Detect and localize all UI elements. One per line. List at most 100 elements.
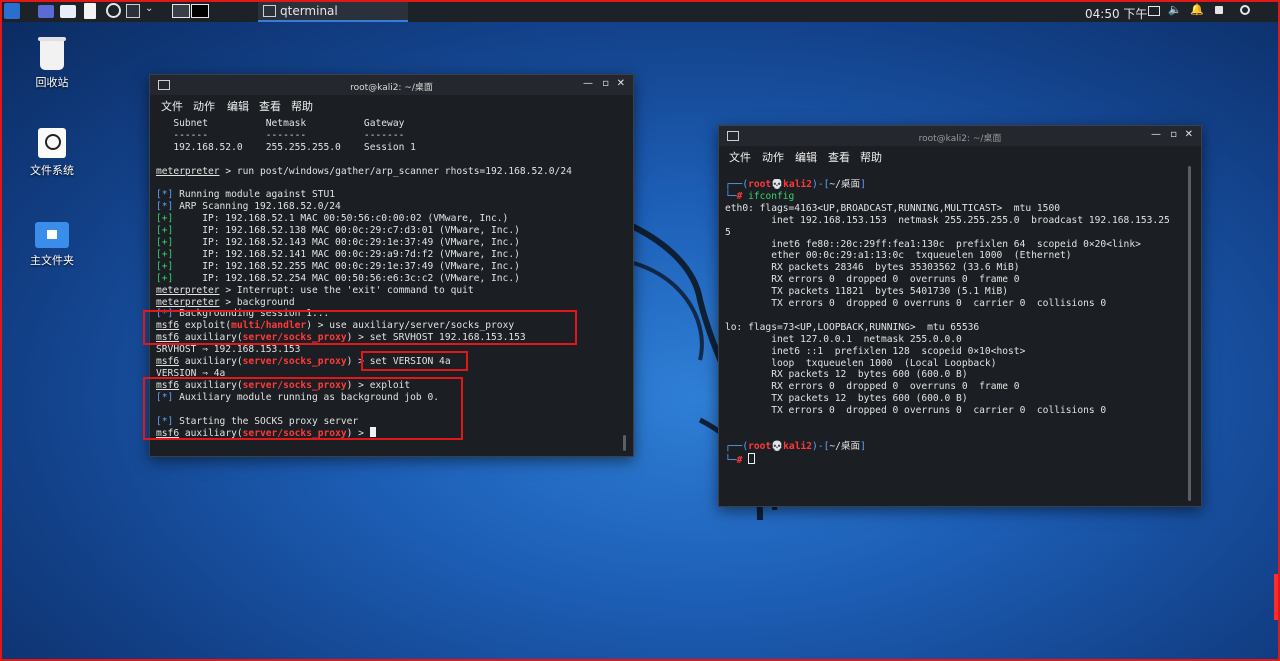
scrollbar[interactable]	[1188, 166, 1191, 501]
terminal-text: inet6 ::1 prefixlen 128 scopeid 0×10<hos…	[725, 345, 1026, 357]
terminal-line: eth0: flags=4163<UP,BROADCAST,RUNNING,MU…	[725, 203, 1060, 215]
terminal-line: RX errors 0 dropped 0 overruns 0 frame 0	[725, 381, 1020, 393]
terminal-text: IP: 192.168.52.255 MAC 00:0c:29:1e:37:49…	[173, 260, 520, 272]
terminal-text: ------ ------- -------	[156, 129, 405, 141]
terminal-line: [+] IP: 192.168.52.255 MAC 00:0c:29:1e:3…	[156, 261, 520, 273]
terminal-text: IP: 192.168.52.254 MAC 00:50:56:e6:3c:c2…	[173, 272, 520, 284]
terminal-line: [+] IP: 192.168.52.254 MAC 00:50:56:e6:3…	[156, 273, 520, 285]
window-title: root@kali2: ~/桌面	[350, 83, 433, 93]
terminal-line: loop txqueuelen 1000 (Local Loopback)	[725, 358, 996, 370]
terminal-text: auxiliary(	[179, 356, 243, 367]
minimize-button[interactable]: —	[583, 78, 593, 89]
terminal-text: ┌──(	[725, 440, 749, 452]
menu-help[interactable]: 帮助	[291, 98, 313, 114]
scrollbar[interactable]	[623, 435, 626, 451]
terminal-text: [+]	[156, 225, 174, 237]
terminal-text: 5	[725, 226, 731, 238]
maximize-button[interactable]: ▫	[602, 78, 609, 89]
terminal-text: ~/桌面	[829, 179, 861, 190]
desktop-icon-label: 回收站	[35, 76, 69, 89]
terminal-text: lo: flags=73<UP,LOOPBACK,RUNNING> mtu 65…	[725, 321, 980, 333]
terminal-line: inet 192.168.153.153 netmask 255.255.255…	[725, 215, 1170, 227]
terminal-line: inet6 fe80::20c:29ff:fea1:130c prefixlen…	[725, 239, 1141, 251]
menu-actions[interactable]: 动作	[193, 98, 215, 114]
terminal-text: [+]	[156, 248, 174, 260]
terminal-line: Subnet Netmask Gateway	[156, 118, 404, 130]
terminal-text: inet 127.0.0.1 netmask 255.0.0.0	[725, 333, 962, 345]
terminal-text: IP: 192.168.52.141 MAC 00:0c:29:a9:7d:f2…	[173, 248, 520, 260]
titlebar[interactable]: root@kali2: ~/桌面 — ▫ ✕	[150, 75, 633, 95]
terminal-text: IP: 192.168.52.143 MAC 00:0c:29:1e:37:49…	[173, 237, 520, 248]
terminal-line: RX errors 0 dropped 0 overruns 0 frame 0	[725, 274, 1019, 286]
terminal-text: TX packets 12 bytes 600 (600.0 B)	[725, 393, 968, 405]
menu-view[interactable]: 查看	[828, 149, 850, 165]
terminal-text: ~/桌面	[829, 440, 861, 452]
terminal-text: msf6	[156, 356, 180, 367]
titlebar[interactable]: root@kali2: ~/桌面 — ▫ ✕	[719, 126, 1201, 146]
terminal-text: [+]	[156, 272, 174, 284]
terminal-text: [+]	[156, 213, 174, 225]
terminal-text: ether 00:0c:29:a1:13:0c txqueuelen 1000 …	[725, 250, 1072, 262]
terminal-window-right[interactable]: root@kali2: ~/桌面 — ▫ ✕ 文件 动作 编辑 查看 帮助 ┌─…	[718, 125, 1202, 507]
terminal-text: server/socks_proxy	[242, 356, 347, 367]
terminal-text: IP: 192.168.52.1 MAC 00:50:56:c0:00:02 (…	[173, 213, 509, 225]
desktop-icon-filesystem[interactable]: 文件系统	[12, 128, 92, 178]
terminal-line: 192.168.52.0 255.255.255.0 Session 1	[156, 142, 416, 154]
terminal-text: meterpreter	[156, 296, 220, 308]
menu-file[interactable]: 文件	[161, 98, 183, 114]
menu-edit[interactable]: 编辑	[227, 98, 249, 114]
close-button[interactable]: ✕	[617, 78, 625, 89]
terminal-line: [+] IP: 192.168.52.138 MAC 00:0c:29:c7:d…	[156, 225, 520, 237]
desktop-icon-home[interactable]: 主文件夹	[12, 222, 92, 268]
terminal-line: meterpreter > background	[156, 297, 295, 309]
resize-handle[interactable]	[1274, 574, 1280, 620]
terminal-text: ┌──(	[725, 179, 749, 190]
terminal-line: [*] ARP Scanning 192.168.52.0/24	[156, 201, 341, 213]
close-button[interactable]: ✕	[1185, 129, 1193, 140]
terminal-line: TX errors 0 dropped 0 overruns 0 carrier…	[725, 405, 1106, 417]
maximize-button[interactable]: ▫	[1170, 129, 1177, 140]
terminal-line: RX packets 28346 bytes 35303562 (33.6 Mi…	[725, 262, 1020, 274]
terminal-line: SRVHOST ⇒ 192.168.153.153	[156, 344, 300, 356]
terminal-text: ARP Scanning 192.168.52.0/24	[173, 201, 341, 213]
terminal-line: ether 00:0c:29:a1:13:0c txqueuelen 1000 …	[725, 250, 1072, 262]
terminal-line: └─#	[725, 452, 756, 467]
terminal-text: > background	[219, 296, 295, 308]
terminal-text: └─	[725, 454, 737, 466]
terminal-text: ifconfig	[748, 190, 795, 202]
terminal-line: [+] IP: 192.168.52.1 MAC 00:50:56:c0:00:…	[156, 213, 508, 225]
terminal-text: └─	[725, 190, 737, 202]
terminal-text: loop txqueuelen 1000 (Local Loopback)	[725, 357, 997, 369]
text-cursor	[748, 452, 756, 464]
terminal-text: > run post/windows/gather/arp_scanner rh…	[219, 165, 572, 177]
minimize-button[interactable]: —	[1151, 129, 1161, 140]
terminal-text: root💀kali2	[748, 440, 813, 452]
terminal-text: RX errors 0 dropped 0 overruns 0 frame 0	[725, 381, 1020, 393]
highlight-box-version	[361, 351, 468, 371]
home-folder-icon	[35, 222, 69, 248]
menu-view[interactable]: 查看	[259, 98, 281, 114]
terminal-text: meterpreter	[156, 165, 220, 177]
menu-help[interactable]: 帮助	[860, 149, 882, 165]
desktop-icon-label: 主文件夹	[30, 254, 74, 267]
terminal-text: ]	[860, 179, 866, 190]
menu-actions[interactable]: 动作	[762, 149, 784, 165]
menu-file[interactable]: 文件	[729, 149, 751, 165]
terminal-text: meterpreter	[156, 284, 220, 296]
terminal-line: inet 127.0.0.1 netmask 255.0.0.0	[725, 334, 962, 346]
terminal-text: eth0: flags=4163<UP,BROADCAST,RUNNING,MU…	[725, 202, 1061, 214]
terminal-text: RX packets 28346 bytes 35303562 (33.6 Mi…	[725, 262, 1020, 274]
desktop-icon-trash[interactable]: 回收站	[12, 37, 92, 90]
menu-edit[interactable]: 编辑	[795, 149, 817, 165]
terminal-window-left[interactable]: root@kali2: ~/桌面 — ▫ ✕ 文件 动作 编辑 查看 帮助 Su…	[143, 74, 634, 457]
terminal-line: └─# ifconfig	[725, 191, 794, 203]
terminal-output[interactable]: ┌──(root💀kali2)-[~/桌面] └─# ifconfig eth0: …	[725, 179, 1187, 502]
terminal-line: inet6 ::1 prefixlen 128 scopeid 0×10<hos…	[725, 346, 1025, 358]
terminal-line: TX packets 12 bytes 600 (600.0 B)	[725, 393, 968, 405]
terminal-text: inet 192.168.153.153 netmask 255.255.255…	[725, 214, 1170, 226]
terminal-text: )-[	[812, 440, 830, 452]
terminal-text: inet6 fe80::20c:29ff:fea1:130c prefixlen…	[725, 238, 1141, 250]
terminal-line: ┌──(root💀kali2)-[~/桌面]	[725, 179, 866, 191]
terminal-line: RX packets 12 bytes 600 (600.0 B)	[725, 369, 967, 381]
terminal-text: [+]	[156, 237, 174, 248]
